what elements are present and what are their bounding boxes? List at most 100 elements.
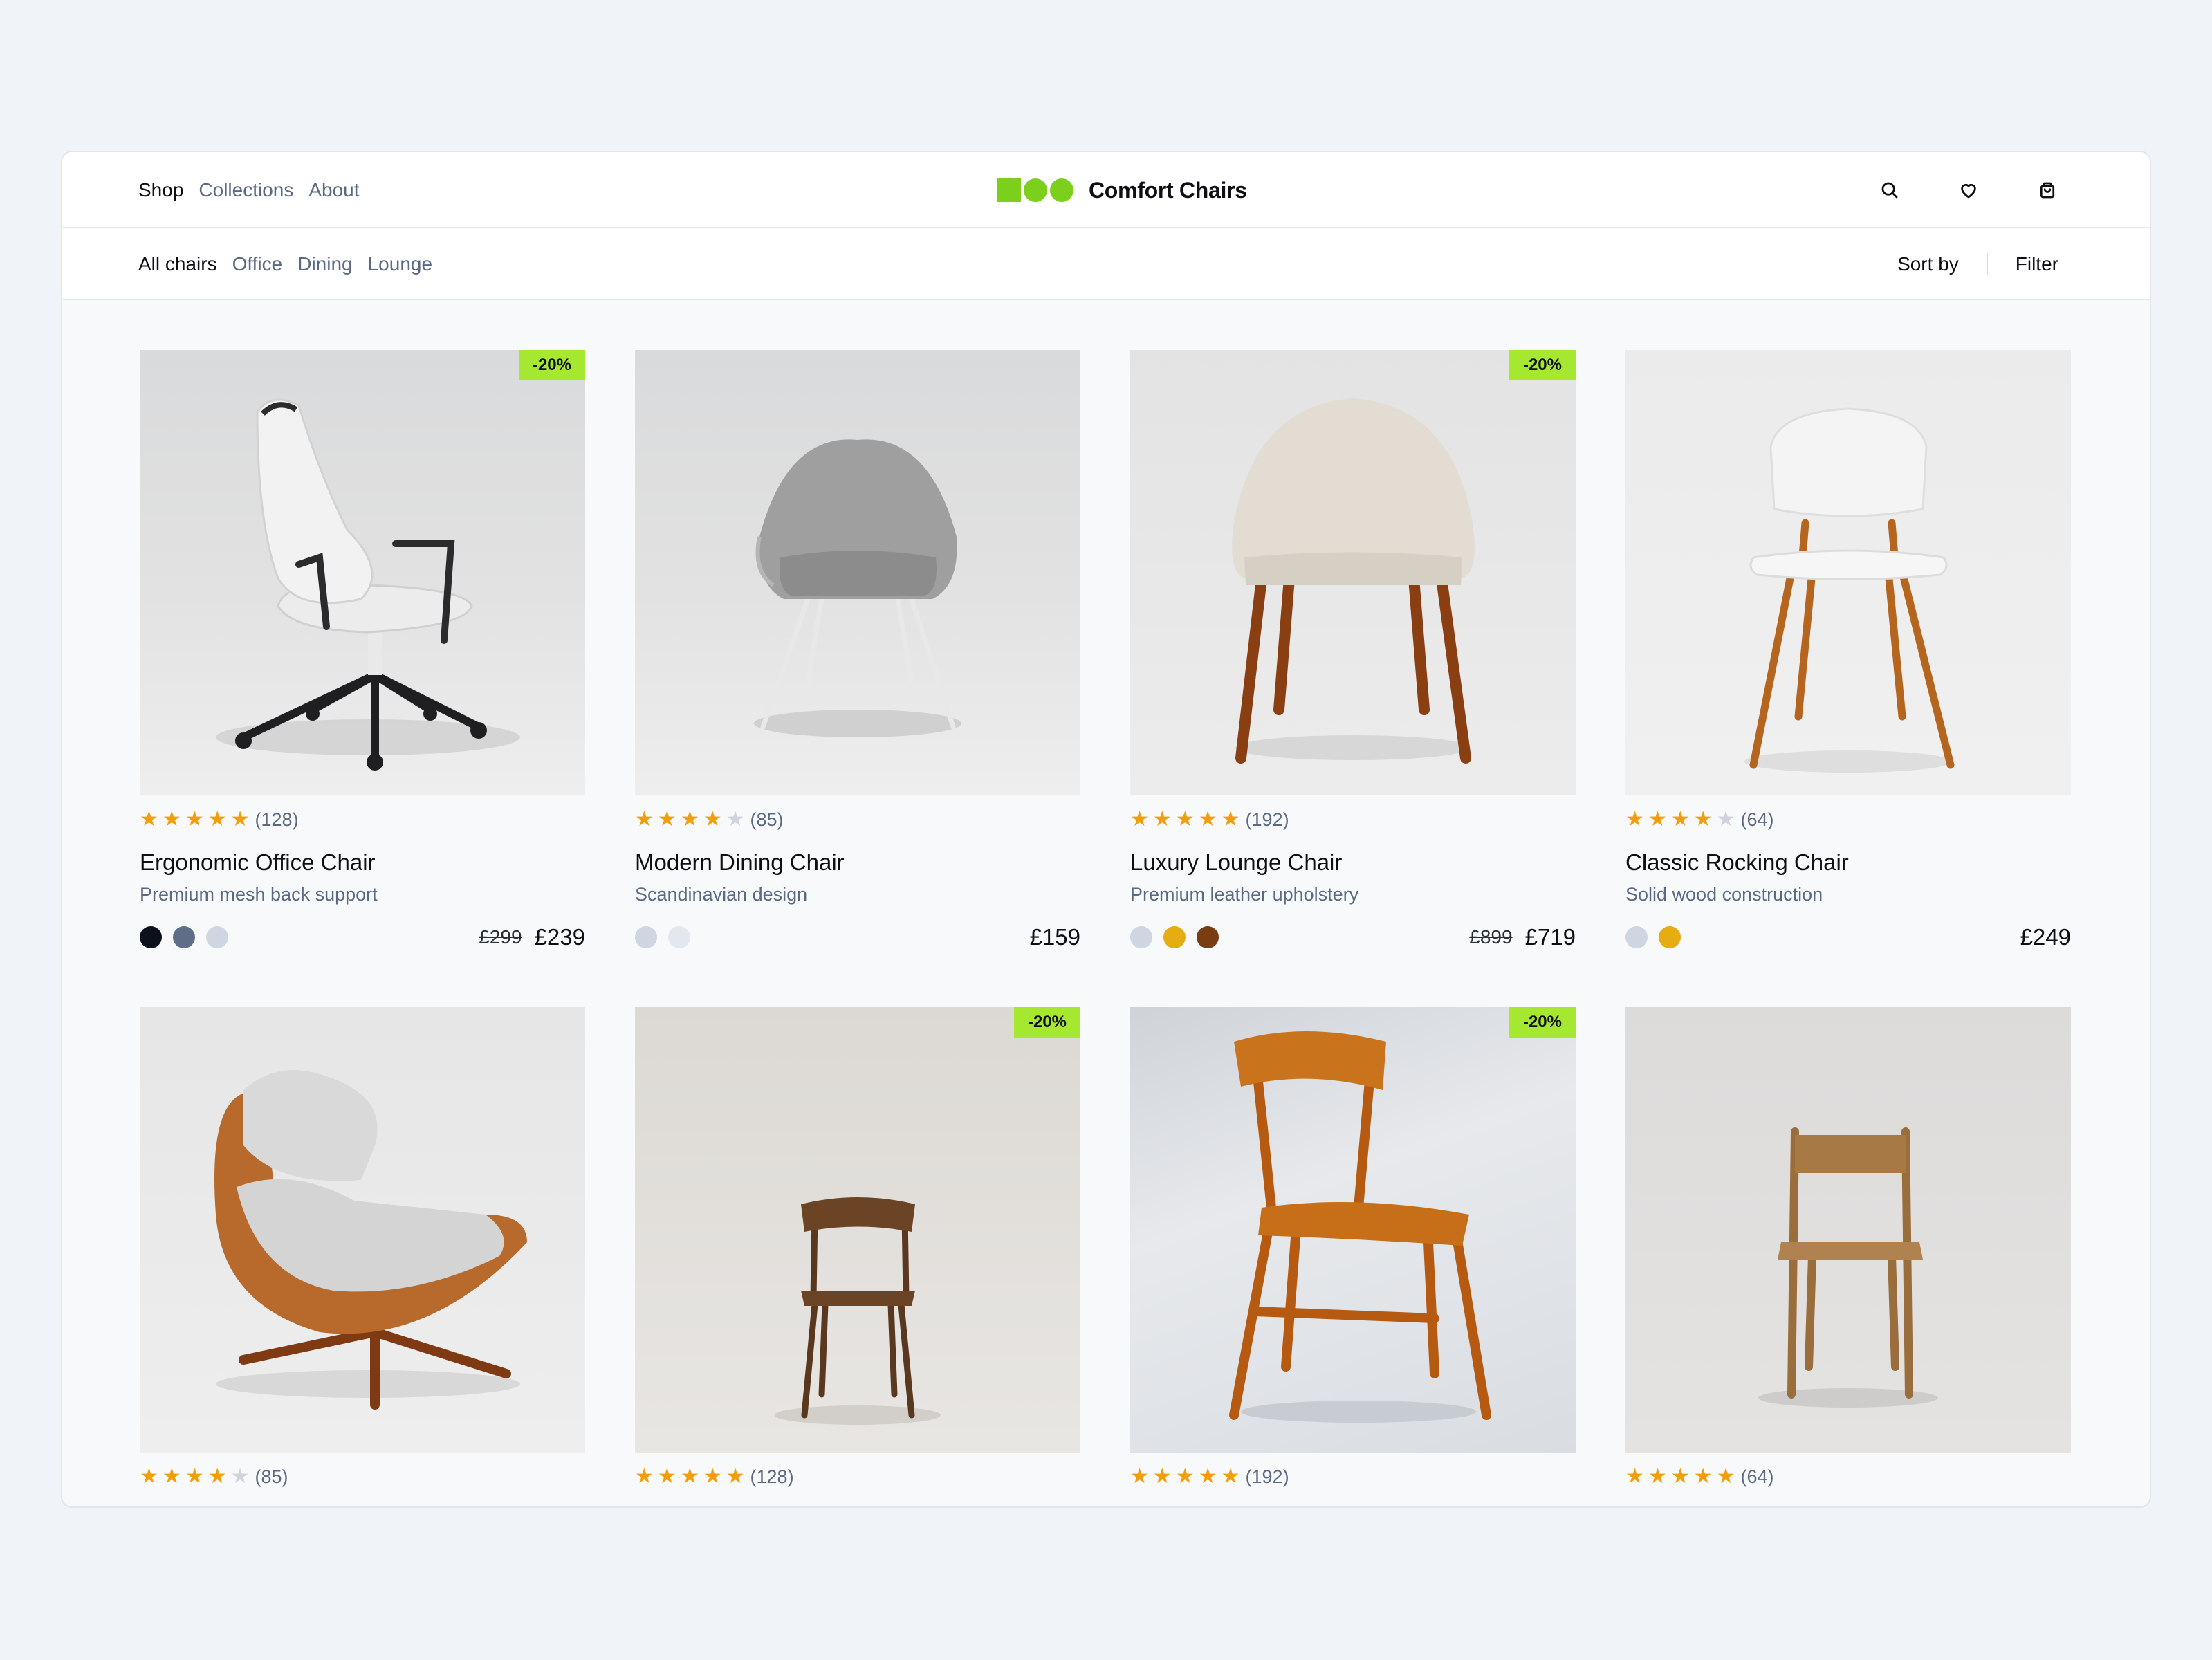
sort-button[interactable]: Sort by (1897, 253, 1959, 275)
star-icon: ★ (1625, 1465, 1644, 1488)
color-swatches (140, 926, 228, 948)
color-swatch[interactable] (1197, 926, 1219, 948)
color-swatch[interactable] (668, 926, 690, 948)
product-image[interactable] (1625, 350, 2071, 795)
star-icon: ★ (1693, 1465, 1713, 1488)
review-count: (64) (1740, 809, 1774, 830)
product-card[interactable]: ★ ★ ★ ★ ★ (64) (1625, 1007, 2071, 1488)
product-name[interactable]: Luxury Lounge Chair (1130, 849, 1576, 876)
star-icon: ★ (1670, 1465, 1690, 1488)
brand-logo (997, 178, 1073, 202)
rating: ★ ★ ★ ★ ★ (64) (1625, 808, 2071, 831)
star-icon: ★ (162, 808, 181, 831)
product-card[interactable]: -20% ★ ★ ★ ★ ★ (128) (635, 1007, 1080, 1488)
discount-badge: -20% (1013, 1007, 1080, 1038)
star-icon: ★ (726, 808, 745, 831)
review-count: (85) (255, 1466, 288, 1487)
main-nav: Shop Collections About (138, 152, 360, 228)
category-dining[interactable]: Dining (297, 253, 352, 275)
rating: ★ ★ ★ ★ ★ (85) (635, 808, 1080, 831)
rating: ★ ★ ★ ★ ★ (128) (140, 808, 585, 831)
star-icon: ★ (1648, 808, 1667, 831)
star-icon: ★ (1625, 808, 1644, 831)
product-name[interactable]: Modern Dining Chair (635, 849, 1080, 876)
star-icon: ★ (1221, 1465, 1240, 1488)
star-icon: ★ (680, 808, 699, 831)
rating: ★ ★ ★ ★ ★ (192) (1130, 808, 1576, 831)
star-icon: ★ (1670, 808, 1690, 831)
color-swatch[interactable] (635, 926, 657, 948)
brand-name: Comfort Chairs (1089, 177, 1247, 203)
product-description: Premium leather upholstery (1130, 884, 1359, 905)
product-description: Solid wood construction (1625, 884, 1823, 905)
product-description: Scandinavian design (635, 884, 808, 905)
brand[interactable]: Comfort Chairs (997, 152, 1247, 228)
product-card[interactable]: -20% ★ ★ ★ ★ ★ (192) (1130, 1007, 1576, 1488)
star-icon: ★ (185, 1465, 204, 1488)
color-swatch[interactable] (1659, 926, 1681, 948)
category-office[interactable]: Office (232, 253, 283, 275)
star-icon: ★ (1152, 808, 1172, 831)
star-icon: ★ (1175, 808, 1195, 831)
color-swatch[interactable] (1625, 926, 1648, 948)
product-image[interactable]: -20% (635, 1007, 1080, 1452)
discount-badge: -20% (1509, 1007, 1576, 1038)
price: £719 (1524, 924, 1576, 950)
color-swatches (635, 926, 690, 948)
heart-icon[interactable] (1957, 179, 1980, 201)
product-image[interactable]: -20% (140, 350, 585, 795)
shop-window: Shop Collections About Comfort Chairs Al… (61, 151, 2151, 1508)
product-image[interactable] (140, 1007, 585, 1452)
star-icon: ★ (162, 1465, 181, 1488)
color-swatches (1130, 926, 1219, 948)
product-card[interactable]: ★ ★ ★ ★ ★ (85) Modern Dining Chair Scandinav… (635, 350, 1080, 950)
price: £159 (1029, 924, 1080, 950)
nav-about[interactable]: About (308, 179, 359, 201)
product-card[interactable]: -20% ★ ★ ★ ★ ★ (192) Luxury Lounge Chair Pre… (1130, 350, 1576, 950)
product-description: Premium mesh back support (140, 884, 378, 905)
sort-filter: Sort by Filter (1897, 228, 2058, 300)
color-swatch[interactable] (1130, 926, 1152, 948)
product-image[interactable] (1625, 1007, 2071, 1452)
star-icon: ★ (208, 1465, 227, 1488)
filter-button[interactable]: Filter (2016, 253, 2058, 275)
original-price: £299 (479, 926, 522, 948)
star-icon: ★ (1716, 808, 1735, 831)
star-icon: ★ (1198, 808, 1217, 831)
star-icon: ★ (1693, 808, 1713, 831)
star-icon: ★ (185, 808, 204, 831)
product-image[interactable] (635, 350, 1080, 795)
product-image[interactable]: -20% (1130, 350, 1576, 795)
color-swatch[interactable] (140, 926, 162, 948)
category-nav: All chairs Office Dining Lounge (138, 228, 432, 300)
color-swatch[interactable] (1163, 926, 1186, 948)
price: £249 (2020, 924, 2071, 950)
rating: ★ ★ ★ ★ ★ (64) (1625, 1465, 2071, 1488)
star-icon: ★ (208, 808, 227, 831)
star-icon: ★ (726, 1465, 745, 1488)
review-count: (64) (1740, 1466, 1774, 1487)
original-price: £899 (1469, 926, 1513, 948)
shopping-bag-icon[interactable] (2036, 179, 2058, 201)
star-icon: ★ (1648, 1465, 1667, 1488)
review-count: (192) (1245, 809, 1289, 830)
star-icon: ★ (1221, 808, 1240, 831)
category-lounge[interactable]: Lounge (368, 253, 432, 275)
category-all-chairs[interactable]: All chairs (138, 253, 217, 275)
review-count: (128) (255, 809, 299, 830)
search-icon[interactable] (1879, 179, 1901, 201)
color-swatches (1625, 926, 1681, 948)
nav-collections[interactable]: Collections (199, 179, 293, 201)
price: £239 (534, 924, 585, 950)
product-name[interactable]: Ergonomic Office Chair (140, 849, 585, 876)
star-icon: ★ (657, 808, 676, 831)
color-swatch[interactable] (206, 926, 228, 948)
star-icon: ★ (703, 1465, 722, 1488)
product-card[interactable]: ★ ★ ★ ★ ★ (85) (140, 1007, 585, 1488)
product-image[interactable]: -20% (1130, 1007, 1576, 1452)
color-swatch[interactable] (173, 926, 195, 948)
nav-shop[interactable]: Shop (138, 179, 183, 201)
product-name[interactable]: Classic Rocking Chair (1625, 849, 2071, 876)
product-card[interactable]: ★ ★ ★ ★ ★ (64) Classic Rocking Chair Solid w… (1625, 350, 2071, 950)
product-card[interactable]: -20% ★ ★ ★ ★ ★ (128) Ergonomic Office Chair … (140, 350, 585, 950)
